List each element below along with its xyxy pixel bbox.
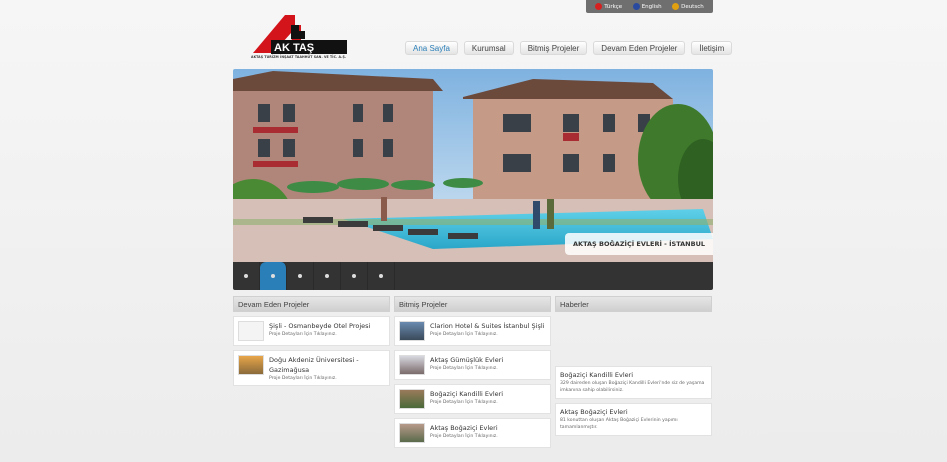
project-thumbnail: [399, 389, 425, 409]
turkey-flag-icon: [595, 3, 603, 10]
lang-label: Türkçe: [604, 3, 623, 10]
project-thumbnail: [399, 355, 425, 375]
ongoing-projects-column: Devam Eden Projeler Şişli - Osmanbeyde O…: [233, 296, 390, 386]
project-card[interactable]: Aktaş Gümüşlük Evleri Proje Detayları İç…: [394, 350, 551, 380]
slider-dot-active[interactable]: [260, 262, 287, 290]
project-link-text[interactable]: Proje Detayları İçin Tıklayınız.: [430, 400, 503, 405]
project-link-text[interactable]: Proje Detayları İçin Tıklayınız.: [269, 332, 370, 337]
news-item[interactable]: Boğaziçi Kandilli Evleri 329 daireden ol…: [555, 366, 712, 399]
slide-caption: AKTAŞ BOĞAZİÇİ EVLERİ - İSTANBUL: [565, 233, 713, 255]
germany-flag-icon: [672, 3, 680, 10]
project-link-text[interactable]: Proje Detayları İçin Tıklayınız.: [269, 376, 385, 381]
main-nav: Ana Sayfa Kurumsal Bitmiş Projeler Devam…: [405, 41, 733, 55]
project-thumbnail: [238, 321, 264, 341]
language-bar: Türkçe English Deutsch: [586, 0, 713, 13]
slider-dot[interactable]: [341, 262, 368, 290]
project-thumbnail: [399, 321, 425, 341]
project-title[interactable]: Boğaziçi Kandilli Evleri: [430, 389, 503, 399]
column-heading: Haberler: [555, 296, 712, 312]
project-card[interactable]: Doğu Akdeniz Üniversitesi - Gazimağusa P…: [233, 350, 390, 386]
lang-label: Deutsch: [681, 3, 704, 10]
project-title[interactable]: Aktaş Boğaziçi Evleri: [430, 423, 498, 433]
lang-english[interactable]: English: [632, 3, 662, 10]
project-title[interactable]: Doğu Akdeniz Üniversitesi - Gazimağusa: [269, 355, 385, 375]
project-link-text[interactable]: Proje Detayları İçin Tıklayınız.: [430, 366, 503, 371]
news-item[interactable]: Aktaş Boğaziçi Evleri 81 konuttan oluşan…: [555, 403, 712, 436]
hero-slider: AKTAŞ BOĞAZİÇİ EVLERİ - İSTANBUL: [233, 69, 713, 290]
project-card[interactable]: Aktaş Boğaziçi Evleri Proje Detayları İç…: [394, 418, 551, 448]
project-title[interactable]: Aktaş Gümüşlük Evleri: [430, 355, 503, 365]
news-text: 329 daireden oluşan Boğaziçi Kandilli Ev…: [560, 381, 705, 393]
project-title[interactable]: Clarion Hotel & Suites İstanbul Şişli: [430, 321, 544, 331]
nav-corporate[interactable]: Kurumsal: [463, 41, 514, 55]
nav-home[interactable]: Ana Sayfa: [405, 41, 458, 55]
news-title[interactable]: Aktaş Boğaziçi Evleri: [560, 408, 707, 416]
project-title[interactable]: Şişli - Osmanbeyde Otel Projesi: [269, 321, 370, 331]
finished-projects-column: Bitmiş Projeler Clarion Hotel & Suites İ…: [394, 296, 551, 448]
news-title[interactable]: Boğaziçi Kandilli Evleri: [560, 371, 707, 379]
uk-flag-icon: [632, 3, 640, 10]
logo-brand: AK TAŞ: [274, 42, 314, 54]
slider-dot[interactable]: [314, 262, 341, 290]
project-card[interactable]: Boğaziçi Kandilli Evleri Proje Detayları…: [394, 384, 551, 414]
project-card[interactable]: Şişli - Osmanbeyde Otel Projesi Proje De…: [233, 316, 390, 346]
slider-pagination: [233, 262, 713, 290]
lang-label: English: [641, 3, 662, 10]
news-text: 81 konuttan oluşan Aktaş Boğaziçi Evleri…: [560, 418, 678, 430]
nav-finished-projects[interactable]: Bitmiş Projeler: [519, 41, 588, 55]
news-column: Haberler Boğaziçi Kandilli Evleri 329 da…: [555, 296, 712, 436]
nav-contact[interactable]: İletişim: [691, 41, 733, 55]
news-spacer: [555, 312, 712, 362]
slider-dot[interactable]: [233, 262, 260, 290]
project-link-text[interactable]: Proje Detayları İçin Tıklayınız.: [430, 332, 544, 337]
column-heading: Devam Eden Projeler: [233, 296, 390, 312]
lang-german[interactable]: Deutsch: [672, 3, 704, 10]
project-link-text[interactable]: Proje Detayları İçin Tıklayınız.: [430, 434, 498, 439]
project-thumbnail: [399, 423, 425, 443]
slider-dot[interactable]: [368, 262, 395, 290]
lang-turkish[interactable]: Türkçe: [595, 3, 622, 10]
logo-tagline: AKTAŞ TURİZM İNŞAAT TAAHHÜT SAN. VE TİC.…: [251, 55, 347, 59]
project-card[interactable]: Clarion Hotel & Suites İstanbul Şişli Pr…: [394, 316, 551, 346]
project-thumbnail: [238, 355, 264, 375]
nav-ongoing-projects[interactable]: Devam Eden Projeler: [593, 41, 686, 55]
column-heading: Bitmiş Projeler: [394, 296, 551, 312]
slider-dot[interactable]: [287, 262, 314, 290]
